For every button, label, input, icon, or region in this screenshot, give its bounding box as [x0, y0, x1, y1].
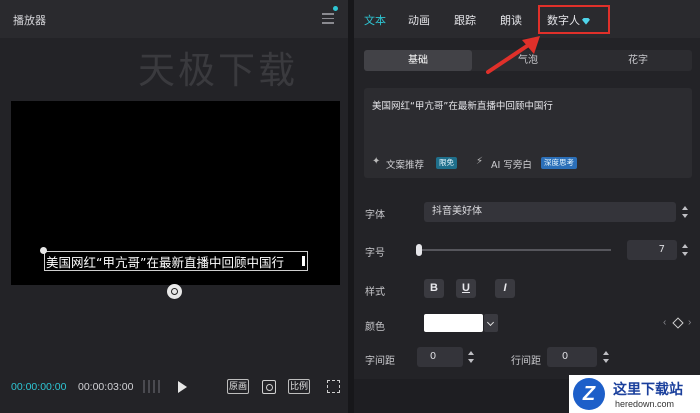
magic-wand-icon: ⚡	[476, 156, 484, 167]
logo-url: heredown.com	[615, 399, 675, 409]
current-time: 00:00:00:00	[11, 381, 67, 393]
underline-button[interactable]: U	[456, 279, 476, 298]
play-icon[interactable]	[178, 381, 187, 393]
tab-text[interactable]: 文本	[364, 12, 386, 28]
size-slider-knob[interactable]	[416, 244, 422, 256]
logo-mark-icon: Z	[573, 378, 605, 410]
tab-animation[interactable]: 动画	[408, 12, 430, 28]
tab-tracking[interactable]: 跟踪	[454, 12, 476, 28]
sub-tab-basic[interactable]: 基础	[364, 50, 472, 71]
player-panel: 播放器 天极下载 美国网红“甲亢哥”在最新直播中回顾中国行 00:00:00:0…	[0, 0, 348, 413]
letter-spacing-input[interactable]: 0	[417, 347, 463, 367]
size-input[interactable]: 7	[627, 240, 677, 260]
size-stepper-icon[interactable]	[681, 243, 689, 257]
resize-handle[interactable]	[40, 247, 47, 254]
original-quality-button[interactable]: 原画	[227, 379, 249, 394]
total-time: 00:00:03:00	[78, 381, 134, 393]
highlight-box	[538, 5, 610, 34]
deep-thinking-badge: 深度思考	[541, 157, 577, 169]
tab-read-aloud[interactable]: 朗读	[500, 12, 522, 28]
letter-spacing-stepper-icon[interactable]	[467, 350, 475, 364]
line-spacing-label: 行间距	[511, 356, 541, 367]
copy-recommend-button[interactable]: 文案推荐	[386, 157, 424, 171]
focus-icon[interactable]	[262, 380, 276, 394]
sub-tab-fancy-text[interactable]: 花字	[584, 50, 692, 71]
next-keyframe-icon[interactable]: ›	[688, 317, 691, 328]
player-header: 播放器	[0, 0, 348, 38]
player-title: 播放器	[13, 15, 46, 27]
keyframe-icon[interactable]	[672, 317, 684, 329]
ai-narration-button[interactable]: AI 写旁白	[491, 157, 532, 171]
text-cursor	[302, 256, 305, 266]
watermark: 天极下载	[138, 49, 298, 92]
subtitle-text[interactable]: 美国网红“甲亢哥”在最新直播中回顾中国行	[46, 252, 284, 271]
ratio-button[interactable]: 比例	[288, 379, 310, 394]
free-badge: 限免	[436, 157, 457, 169]
waveform-icon[interactable]	[143, 380, 161, 393]
site-logo: Z 这里下载站 heredown.com	[569, 375, 700, 413]
status-dot	[333, 6, 338, 11]
prev-keyframe-icon[interactable]: ‹	[663, 317, 666, 328]
size-slider[interactable]	[419, 249, 611, 251]
color-dropdown-icon[interactable]	[484, 314, 498, 332]
logo-name: 这里下载站	[613, 382, 683, 398]
color-label: 颜色	[365, 322, 385, 333]
font-select[interactable]: 抖音美好体	[424, 202, 676, 222]
fullscreen-icon[interactable]	[327, 380, 340, 393]
annotation-arrow-icon	[486, 36, 540, 74]
line-spacing-input[interactable]: 0	[547, 347, 597, 367]
sparkle-icon: ✦	[372, 156, 381, 167]
text-input[interactable]: 美国网红“甲亢哥”在最新直播中回顾中国行 ✦ 文案推荐 限免 ⚡ AI 写旁白 …	[364, 88, 692, 178]
letter-spacing-label: 字间距	[365, 356, 395, 367]
italic-button[interactable]: I	[495, 279, 515, 298]
text-content[interactable]: 美国网红“甲亢哥”在最新直播中回顾中国行	[372, 98, 553, 112]
color-swatch[interactable]	[424, 314, 483, 332]
line-spacing-stepper-icon[interactable]	[602, 350, 610, 364]
font-stepper-icon[interactable]	[681, 205, 689, 219]
font-label: 字体	[365, 210, 385, 221]
rotate-icon[interactable]	[167, 284, 182, 299]
bold-button[interactable]: B	[424, 279, 444, 298]
menu-icon[interactable]	[322, 13, 334, 24]
size-label: 字号	[365, 248, 385, 259]
style-label: 样式	[365, 287, 385, 298]
